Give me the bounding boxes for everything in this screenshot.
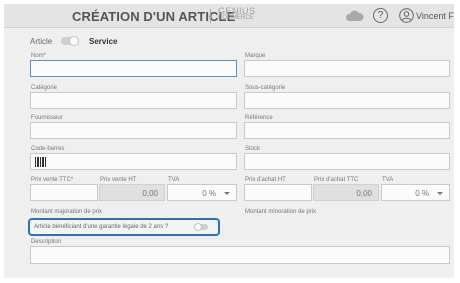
prix-achat-ht-label: Prix d'achat HT <box>245 177 286 183</box>
marque-label: Marque <box>245 53 266 59</box>
minoration-label: Montant minoration de prix <box>245 209 317 215</box>
header-divider <box>210 9 211 23</box>
switch-knob <box>194 223 202 231</box>
user-icon[interactable] <box>399 8 414 23</box>
article-service-switch[interactable] <box>61 36 79 46</box>
nom-label: Nom* <box>31 53 47 59</box>
help-icon[interactable]: ? <box>373 8 388 23</box>
article-type-label: Article <box>30 37 53 46</box>
prix-achat-ttc-field: 0,00 <box>313 184 379 201</box>
stock-field[interactable] <box>244 153 450 170</box>
tva-achat-select[interactable]: 0 % <box>381 184 450 201</box>
prix-achat-ttc-value: 0,00 <box>356 189 372 198</box>
cloud-icon[interactable] <box>344 10 364 22</box>
chevron-down-icon <box>437 192 443 195</box>
majoration-label: Montant majoration de prix <box>31 209 103 215</box>
tva-vente-label: TVA <box>168 177 180 183</box>
reference-field[interactable] <box>244 122 450 139</box>
garantie-switch[interactable] <box>194 223 208 231</box>
garantie-label: Article bénéficiant d'une garantie légal… <box>34 224 169 230</box>
sous-categorie-label: Sous-catégorie <box>245 85 286 91</box>
barcode-icon[interactable] <box>35 157 46 167</box>
fournisseur-field[interactable] <box>30 122 237 139</box>
sous-categorie-field[interactable] <box>244 92 450 109</box>
tva-achat-value: 0 % <box>415 189 429 198</box>
prix-vente-ht-label: Prix vente HT <box>100 177 137 183</box>
code-barres-field[interactable] <box>30 153 237 170</box>
categorie-label: Catégorie <box>31 85 58 91</box>
fournisseur-label: Fournisseur <box>31 115 63 121</box>
stock-label: Stock <box>245 146 261 152</box>
prix-vente-ht-value: 0,00 <box>142 189 158 198</box>
header-bar: CRÉATION D'UN ARTICLE Genius commerce ? … <box>4 4 454 28</box>
brand-subtitle: commerce <box>218 15 254 21</box>
switch-knob <box>69 36 79 46</box>
brand-logo: Genius commerce <box>218 6 256 22</box>
tva-vente-select[interactable]: 0 % <box>167 184 237 201</box>
marque-field[interactable] <box>244 60 450 77</box>
tva-vente-value: 0 % <box>202 189 216 198</box>
prix-vente-ttc-label: Prix vente TTC* <box>31 177 74 183</box>
brand-name: Genius <box>218 6 256 16</box>
prix-vente-ttc-field[interactable] <box>30 184 98 201</box>
description-label: Description <box>31 239 62 245</box>
service-type-label: Service <box>89 37 118 46</box>
prix-achat-ht-field[interactable] <box>244 184 312 201</box>
description-field[interactable] <box>30 246 450 264</box>
categorie-field[interactable] <box>30 92 237 109</box>
tva-achat-label: TVA <box>382 177 394 183</box>
nom-field[interactable] <box>30 60 237 77</box>
prix-achat-ttc-label: Prix d'achat TTC <box>314 177 359 183</box>
code-barres-label: Code-barres <box>31 146 65 152</box>
prix-vente-ht-field: 0,00 <box>99 184 165 201</box>
garantie-toggle-box: Article bénéficiant d'une garantie légal… <box>28 218 220 236</box>
user-name[interactable]: Vincent F <box>416 11 454 21</box>
reference-label: Référence <box>245 115 273 121</box>
chevron-down-icon <box>224 192 230 195</box>
